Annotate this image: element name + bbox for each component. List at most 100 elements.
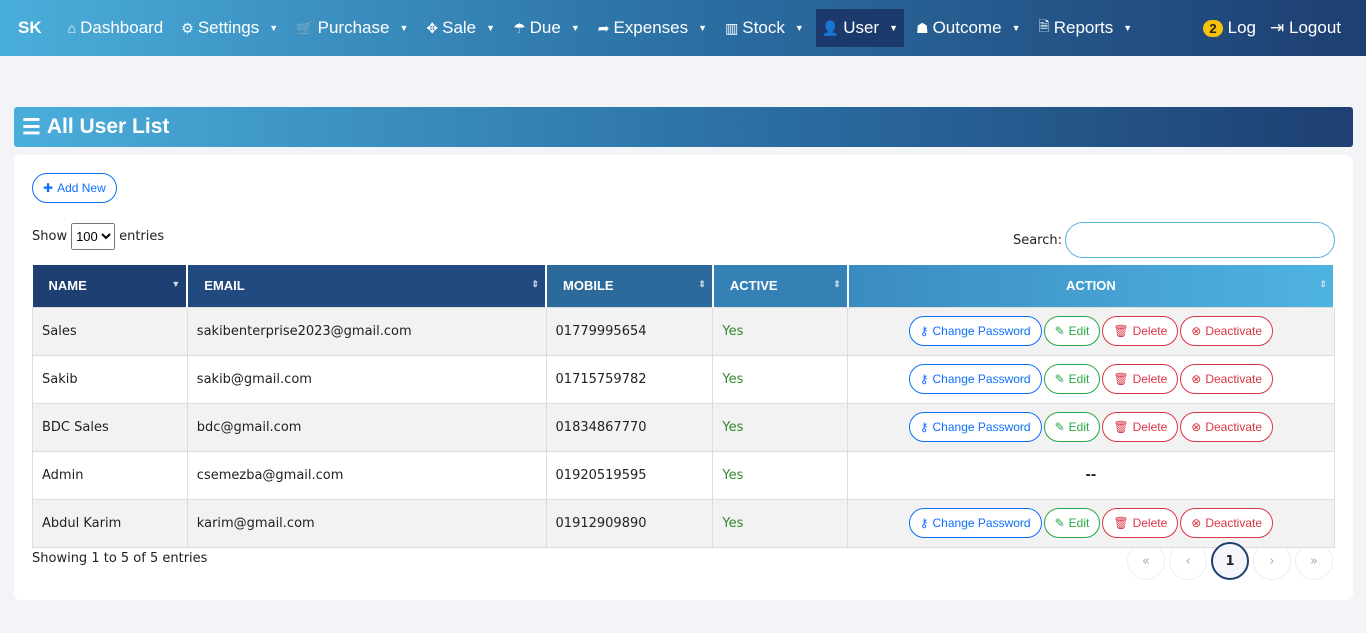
user-icon: 👤 [821,19,840,36]
add-new-button[interactable]: ✚ Add New [32,173,117,203]
entries-select[interactable]: 100 [71,223,116,250]
table-row: BDC Sales bdc@gmail.com 01834867770 Yes ⚷ Cha… [32,402,1335,452]
first-page-button[interactable]: « [1127,542,1165,580]
edit-button[interactable]: ✎ Edit [1043,364,1101,394]
table-row: Admin csemezba@gmail.com 01920519595 Yes -- [32,450,1335,500]
column-header-name[interactable]: NAME ▼ [32,265,189,307]
delete-button[interactable]: 🗑 Delete [1102,508,1179,538]
change-password-button[interactable]: ⚷ Change Password [908,364,1042,394]
trash-icon: 🗑 [1113,324,1129,338]
no-action: -- [1085,467,1097,483]
header-label: ACTION [1065,278,1116,294]
log-badge: 2 [1203,19,1223,37]
column-header-action[interactable]: ACTION ⇕ [847,265,1336,307]
pdf-file-icon: 🗎 [1038,18,1050,34]
times-circle-icon: ⊗ [1191,324,1202,338]
active-cell: Yes [712,354,849,404]
button-label: Edit [1068,516,1090,530]
logout-link[interactable]: ⇥ Logout [1270,18,1341,38]
next-page-button[interactable]: › [1253,542,1291,580]
nav-item-reports[interactable]: 🗎 Reports ▼ [1032,9,1138,47]
action-cell: ⚷ Change Password ✎ Edit 🗑 Delete ⊗ Deactivate [847,306,1335,356]
column-header-mobile[interactable]: MOBILE ⇕ [546,265,714,307]
arrows-icon: ✥ [426,19,439,36]
button-label: Delete [1132,372,1168,386]
nav-item-sale[interactable]: ✥ Sale ▼ [420,9,501,47]
bar-chart-icon: ▥ [725,19,739,36]
nav-item-settings[interactable]: ⚙ Settings ▼ [175,9,284,47]
sort-icon: ⇕ [1319,279,1327,289]
button-label: Edit [1068,324,1090,338]
key-icon: ⚷ [919,420,929,434]
delete-button[interactable]: 🗑 Delete [1102,316,1179,346]
search-input[interactable] [1065,222,1335,258]
trash-icon: 🗑 [1113,372,1129,386]
previous-page-button[interactable]: ‹ [1169,542,1207,580]
edit-button[interactable]: ✎ Edit [1043,316,1101,346]
name-cell: Sakib [32,354,188,404]
trash-icon: 🗑 [1113,420,1129,434]
nav-item-outcome[interactable]: ☗ Outcome ▼ [910,9,1026,47]
nav-item-expenses[interactable]: ➦ Expenses ▼ [592,9,713,47]
sort-icon: ⇕ [531,279,540,289]
action-cell: ⚷ Change Password ✎ Edit 🗑 Delete ⊗ Deactivate [847,354,1335,404]
deactivate-button[interactable]: ⊗ Deactivate [1180,316,1274,346]
deactivate-button[interactable]: ⊗ Deactivate [1180,508,1274,538]
trash-icon: 🗑 [1113,516,1129,530]
times-circle-icon: ⊗ [1191,516,1202,530]
nav-label: Reports [1053,18,1114,37]
button-label: Change Password [932,324,1031,338]
button-label: Deactivate [1205,372,1263,386]
email-cell: csemezba@gmail.com [186,450,547,500]
search-label: Search: [1012,232,1062,248]
table-info: Showing 1 to 5 of 5 entries [32,551,208,566]
page-title: All User List [46,115,170,138]
change-password-button[interactable]: ⚷ Change Password [908,508,1042,538]
caret-down-icon: ▼ [486,23,496,33]
page-button[interactable]: 1 [1211,542,1249,580]
edit-button[interactable]: ✎ Edit [1043,508,1101,538]
action-cell: -- [847,450,1335,500]
edit-button[interactable]: ✎ Edit [1043,412,1101,442]
button-label: Delete [1132,420,1168,434]
column-header-email[interactable]: EMAIL ⇕ [187,265,548,307]
header-label: ACTIVE [729,278,778,294]
caret-down-icon: ▼ [269,23,279,33]
logout-label: Logout [1289,18,1341,37]
nav-item-user[interactable]: 👤 User ▼ [815,9,905,47]
sort-icon: ⇕ [698,279,706,289]
cart-icon: 🛒 [296,19,314,36]
deactivate-button[interactable]: ⊗ Deactivate [1180,364,1274,394]
share-icon: ➦ [597,19,610,36]
log-link[interactable]: 2 Log [1203,18,1256,38]
header-label: EMAIL [204,278,245,294]
button-label: Deactivate [1205,324,1263,338]
change-password-button[interactable]: ⚷ Change Password [908,412,1042,442]
edit-icon: ✎ [1054,420,1065,434]
brand-logo[interactable]: SK [18,18,42,38]
delete-button[interactable]: 🗑 Delete [1102,412,1179,442]
sort-icon: ▼ [171,279,181,289]
nav-label: Settings [197,18,260,37]
key-icon: ⚷ [919,372,929,386]
key-icon: ⚷ [919,516,929,530]
caret-down-icon: ▼ [570,23,580,33]
nav-item-due[interactable]: ☂ Due ▼ [507,9,586,47]
last-page-button[interactable]: » [1295,542,1333,580]
email-cell: bdc@gmail.com [186,402,547,452]
header-label: MOBILE [563,278,614,294]
nav-item-stock[interactable]: ▥ Stock ▼ [719,9,810,47]
column-header-active[interactable]: ACTIVE ⇕ [712,265,849,307]
deactivate-button[interactable]: ⊗ Deactivate [1180,412,1274,442]
button-label: Change Password [932,420,1031,434]
button-label: Edit [1068,420,1090,434]
button-label: Change Password [932,516,1031,530]
delete-button[interactable]: 🗑 Delete [1102,364,1179,394]
nav-item-purchase[interactable]: 🛒 Purchase ▼ [290,9,414,47]
user-table: NAME ▼ EMAIL ⇕ MOBILE ⇕ ACTIVE ⇕ ACTION ⇕ Sales sa… [32,265,1336,548]
change-password-button[interactable]: ⚷ Change Password [908,316,1042,346]
mobile-cell: 01920519595 [545,450,714,500]
nav-item-dashboard[interactable]: ⌂ Dashboard [62,9,170,47]
table-row: Sakib sakib@gmail.com 01715759782 Yes ⚷ Chang… [32,354,1335,404]
times-circle-icon: ⊗ [1191,372,1202,386]
